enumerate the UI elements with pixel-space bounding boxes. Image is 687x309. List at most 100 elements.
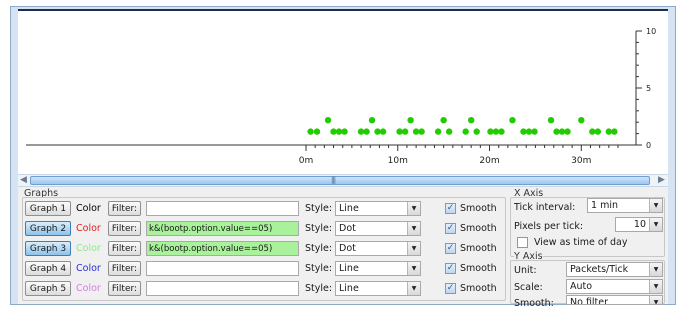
filter-button[interactable]: Filter: [108, 261, 141, 276]
filter-button[interactable]: Filter: [108, 241, 141, 256]
y-tick-label: 10 [646, 27, 656, 36]
x-axis-group: Tick interval: 1 min ▼ Pixels per tick: … [510, 197, 665, 257]
style-value: Line [339, 263, 359, 274]
data-point [553, 128, 560, 135]
view-time-label: View as time of day [534, 237, 628, 248]
pixels-per-tick-value: 10 [633, 219, 646, 230]
style-label: Style: [305, 223, 333, 234]
style-select[interactable]: Dot ▼ [335, 221, 421, 236]
data-point [594, 128, 602, 135]
x-tick-label: 30m [571, 156, 591, 166]
graph-row: Graph 2 Color Filter: k&(bootp.option.value… [25, 221, 505, 238]
data-point [445, 128, 453, 135]
style-select[interactable]: Line ▼ [335, 261, 421, 276]
style-value: Dot [339, 243, 356, 254]
filter-input[interactable] [146, 261, 299, 276]
pixels-per-tick-label: Pixels per tick: [514, 221, 584, 232]
view-time-checkbox[interactable]: ✓ [517, 237, 528, 248]
style-label: Style: [305, 263, 333, 274]
smooth-checkbox[interactable]: ✓ [445, 223, 456, 234]
graph-window: 0m 10m 20m 30m 10 5 0 ◀ ||| ▶ Graphs Graph 1 Co… [10, 6, 676, 309]
data-point [330, 128, 337, 135]
data-point [611, 128, 618, 135]
y-smooth-select[interactable]: No filter ▼ [566, 295, 663, 305]
scroll-right-icon[interactable]: ▶ [658, 175, 665, 186]
filter-button[interactable]: Filter: [108, 281, 141, 296]
graph-toggle-button[interactable]: Graph 3 [25, 241, 71, 256]
pixels-per-tick-select[interactable]: 10 ▼ [615, 217, 663, 232]
unit-select[interactable]: Packets/Tick ▼ [566, 262, 663, 277]
graph-color-label[interactable]: Color [76, 283, 101, 294]
data-point [467, 117, 475, 124]
plot-axes: 0m 10m 20m 30m 10 5 0 [26, 27, 656, 166]
data-point [509, 117, 516, 124]
style-select[interactable]: Line ▼ [335, 201, 421, 216]
y-tick-label: 5 [646, 84, 651, 93]
data-point [440, 117, 447, 124]
data-point [324, 117, 332, 124]
smooth-checkbox[interactable]: ✓ [445, 243, 456, 254]
data-point [357, 128, 365, 135]
smooth-checkbox[interactable]: ✓ [445, 263, 456, 274]
data-point [335, 128, 343, 135]
filter-input[interactable] [146, 281, 299, 296]
data-point [307, 128, 314, 135]
data-point [313, 128, 321, 135]
dropdown-arrow-icon: ▼ [649, 199, 662, 212]
filter-input[interactable]: k&(bootp.option.value==05) [146, 221, 299, 236]
scale-select[interactable]: Auto ▼ [566, 279, 663, 294]
data-point [434, 128, 442, 135]
dropdown-arrow-icon: ▼ [407, 242, 420, 255]
style-select[interactable]: Line ▼ [335, 281, 421, 296]
graph-row: Graph 5 Color Filter: Style: Line ▼ ✓ Smooth [25, 281, 505, 298]
graph-toggle-button[interactable]: Graph 2 [25, 221, 71, 236]
dropdown-arrow-icon: ▼ [649, 280, 662, 293]
filter-input[interactable] [146, 201, 299, 216]
data-point [341, 128, 348, 135]
data-point [473, 128, 480, 135]
data-point [396, 128, 403, 135]
scroll-left-icon[interactable]: ◀ [20, 175, 27, 186]
style-select[interactable]: Dot ▼ [335, 241, 421, 256]
data-point [492, 128, 500, 135]
filter-button[interactable]: Filter: [108, 221, 141, 236]
style-label: Style: [305, 283, 333, 294]
data-point [363, 128, 370, 135]
smooth-label: Smooth [460, 283, 497, 294]
smooth-label: Smooth [460, 263, 497, 274]
data-point [564, 128, 571, 135]
graph-color-label[interactable]: Color [76, 243, 101, 254]
graph-toggle-button[interactable]: Graph 1 [25, 201, 71, 216]
y-smooth-label: Smooth: [514, 298, 554, 309]
data-point [605, 128, 613, 135]
data-point [368, 117, 376, 124]
graph-color-label[interactable]: Color [76, 203, 101, 214]
graph-color-label[interactable]: Color [76, 223, 101, 234]
data-point [401, 128, 409, 135]
horizontal-scrollbar[interactable]: ◀ ||| ▶ [18, 174, 668, 187]
x-tick-label: 0m [299, 156, 314, 166]
filter-button[interactable]: Filter: [108, 201, 141, 216]
graph-color-label[interactable]: Color [76, 263, 101, 274]
plot-points [307, 117, 618, 135]
data-point [498, 128, 505, 135]
style-value: Line [339, 203, 359, 214]
smooth-checkbox[interactable]: ✓ [445, 203, 456, 214]
smooth-checkbox[interactable]: ✓ [445, 283, 456, 294]
data-point [379, 128, 387, 135]
dropdown-arrow-icon: ▼ [649, 218, 662, 231]
data-point [412, 128, 420, 135]
graph-row: Graph 3 Color Filter: k&(bootp.option.value… [25, 241, 505, 258]
data-point [578, 117, 585, 124]
filter-input[interactable]: k&(bootp.option.value==05) [146, 241, 299, 256]
graph-toggle-button[interactable]: Graph 4 [25, 261, 71, 276]
data-point [531, 128, 538, 135]
smooth-label: Smooth [460, 223, 497, 234]
tick-interval-select[interactable]: 1 min ▼ [587, 198, 663, 213]
scale-label: Scale: [514, 282, 543, 293]
graph-toggle-button[interactable]: Graph 5 [25, 281, 71, 296]
scrollbar-thumb[interactable]: ||| [30, 176, 650, 185]
scale-value: Auto [570, 281, 593, 292]
x-tick-label: 10m [388, 156, 408, 166]
dropdown-arrow-icon: ▼ [407, 282, 420, 295]
